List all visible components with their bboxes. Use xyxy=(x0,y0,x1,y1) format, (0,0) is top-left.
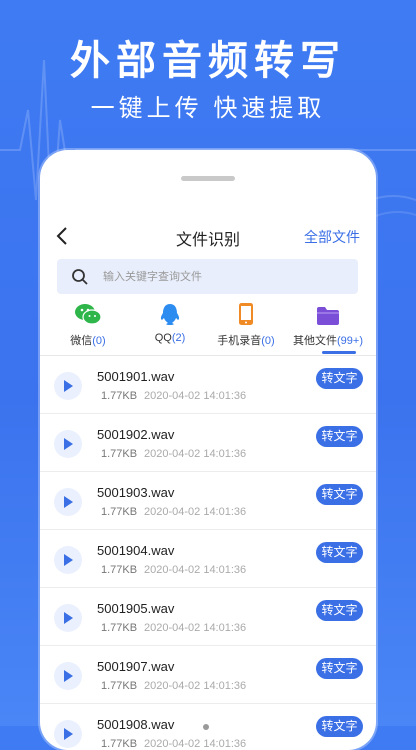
folder-icon xyxy=(317,307,339,325)
phone-speaker xyxy=(181,176,235,181)
play-icon xyxy=(64,728,73,740)
file-name: 5001905.wav xyxy=(97,601,175,616)
play-button[interactable] xyxy=(54,546,82,574)
phone-record-icon xyxy=(239,303,253,325)
all-files-link[interactable]: 全部文件 xyxy=(304,227,360,247)
list-item: 5001907.wav 1.77KB 2020-04-02 14:01:36 转… xyxy=(40,646,376,704)
convert-to-text-button[interactable]: 转文字 xyxy=(316,600,363,621)
file-name: 5001902.wav xyxy=(97,427,175,442)
tab-phone-record[interactable]: 手机录音(0) xyxy=(204,300,288,348)
file-size: 1.77KB xyxy=(101,390,138,402)
play-button[interactable] xyxy=(54,604,82,632)
convert-to-text-button[interactable]: 转文字 xyxy=(316,716,363,737)
file-date: 2020-04-02 14:01:36 xyxy=(144,506,247,518)
file-name: 5001908.wav xyxy=(97,717,175,732)
file-date: 2020-04-02 14:01:36 xyxy=(144,564,247,576)
play-button[interactable] xyxy=(54,662,82,690)
list-item: 5001908.wav 1.77KB 2020-04-02 14:01:36 转… xyxy=(40,704,376,750)
file-date: 2020-04-02 14:01:36 xyxy=(144,390,247,402)
wechat-icon xyxy=(75,304,102,325)
tab-wechat[interactable]: 微信(0) xyxy=(46,300,130,348)
convert-to-text-button[interactable]: 转文字 xyxy=(316,426,363,447)
category-tabs: 微信(0) QQ(2) 手机录音(0) 其他文件(99+) xyxy=(40,300,376,352)
file-name: 5001901.wav xyxy=(97,369,175,384)
file-name: 5001907.wav xyxy=(97,659,175,674)
list-item: 5001901.wav 1.77KB 2020-04-02 14:01:36 转… xyxy=(40,356,376,414)
phone-frame: 文件识别 全部文件 微信(0) xyxy=(40,150,376,750)
play-icon xyxy=(64,612,73,624)
tab-label: 其他文件(99+) xyxy=(293,335,363,347)
file-date: 2020-04-02 14:01:36 xyxy=(144,680,247,692)
play-button[interactable] xyxy=(54,488,82,516)
active-tab-indicator xyxy=(322,351,356,354)
tab-qq[interactable]: QQ(2) xyxy=(128,300,212,344)
tab-other-files[interactable]: 其他文件(99+) xyxy=(286,300,370,348)
qq-icon xyxy=(160,304,180,325)
file-size: 1.77KB xyxy=(101,564,138,576)
play-button[interactable] xyxy=(54,372,82,400)
file-size: 1.77KB xyxy=(101,506,138,518)
play-icon xyxy=(64,496,73,508)
file-name: 5001904.wav xyxy=(97,543,175,558)
file-date: 2020-04-02 14:01:36 xyxy=(144,738,247,750)
file-name: 5001903.wav xyxy=(97,485,175,500)
list-item: 5001904.wav 1.77KB 2020-04-02 14:01:36 转… xyxy=(40,530,376,588)
convert-to-text-button[interactable]: 转文字 xyxy=(316,484,363,505)
list-item: 5001905.wav 1.77KB 2020-04-02 14:01:36 转… xyxy=(40,588,376,646)
file-date: 2020-04-02 14:01:36 xyxy=(144,622,247,634)
search-input[interactable] xyxy=(101,266,345,288)
play-icon xyxy=(64,438,73,450)
search-bar[interactable] xyxy=(57,259,358,294)
file-date: 2020-04-02 14:01:36 xyxy=(144,448,247,460)
convert-to-text-button[interactable]: 转文字 xyxy=(316,368,363,389)
tab-label: 手机录音(0) xyxy=(217,335,275,347)
play-button[interactable] xyxy=(54,430,82,458)
file-size: 1.77KB xyxy=(101,448,138,460)
file-size: 1.77KB xyxy=(101,680,138,692)
status-dot xyxy=(203,724,209,730)
search-icon xyxy=(72,269,88,285)
file-size: 1.77KB xyxy=(101,738,138,750)
file-list: 5001901.wav 1.77KB 2020-04-02 14:01:36 转… xyxy=(40,356,376,750)
convert-to-text-button[interactable]: 转文字 xyxy=(316,542,363,563)
tab-label: 微信(0) xyxy=(70,335,106,347)
tab-label: QQ(2) xyxy=(154,332,186,344)
play-icon xyxy=(64,670,73,682)
promo-title: 外部音频转写 xyxy=(70,39,346,83)
list-item: 5001903.wav 1.77KB 2020-04-02 14:01:36 转… xyxy=(40,472,376,530)
play-button[interactable] xyxy=(54,720,82,748)
convert-to-text-button[interactable]: 转文字 xyxy=(316,658,363,679)
play-icon xyxy=(64,554,73,566)
promo-subtitle: 一键上传 快速提取 xyxy=(90,95,326,122)
list-item: 5001902.wav 1.77KB 2020-04-02 14:01:36 转… xyxy=(40,414,376,472)
header: 文件识别 全部文件 xyxy=(40,222,376,252)
play-icon xyxy=(64,380,73,392)
file-size: 1.77KB xyxy=(101,622,138,634)
